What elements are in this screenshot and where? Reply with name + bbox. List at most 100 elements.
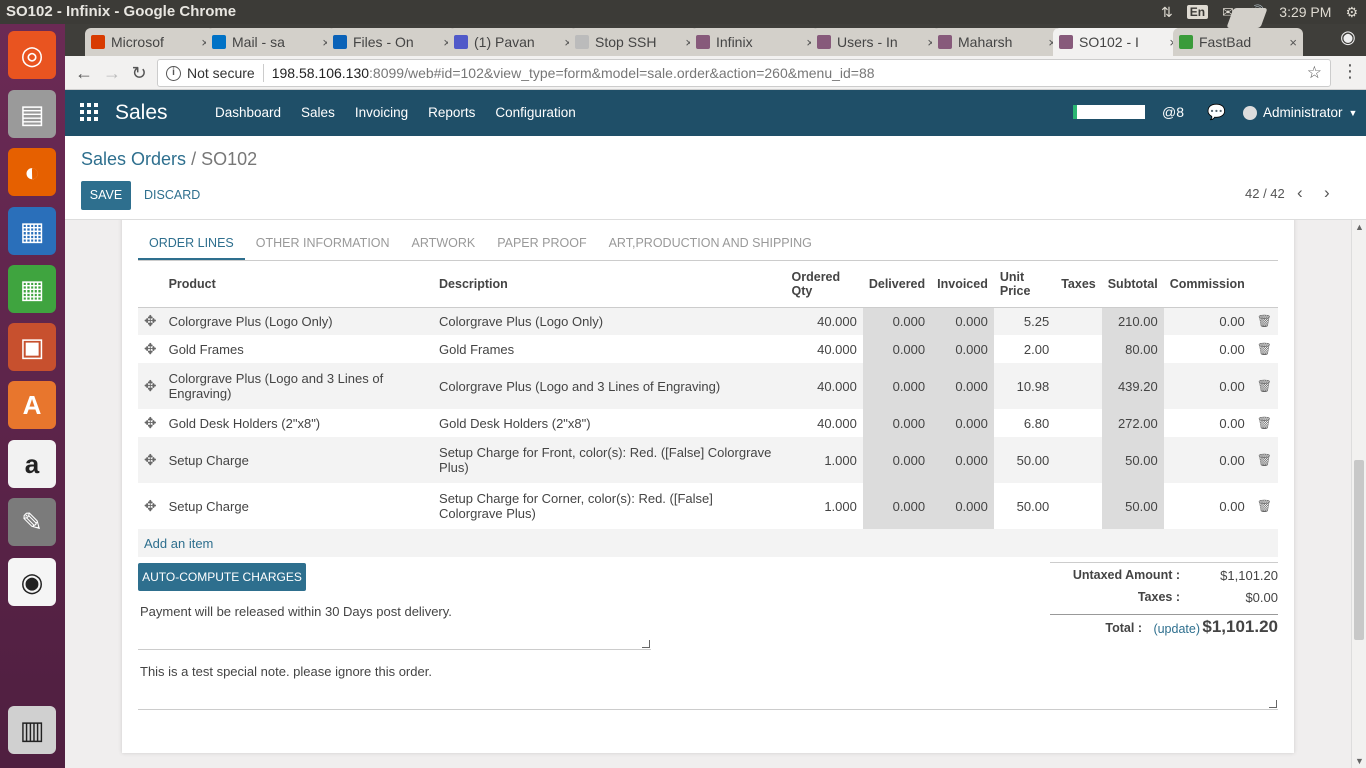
payment-terms-note-field[interactable]: Payment will be released within 30 Days … [138, 602, 651, 650]
cell-ordered-qty[interactable]: 40.000 [785, 363, 863, 409]
trash-icon[interactable]: 🗑 [1251, 335, 1278, 363]
update-total-link[interactable]: (update) [1153, 622, 1200, 636]
tab-other-information[interactable]: OTHER INFORMATION [245, 226, 401, 260]
cell-ordered-qty[interactable]: 1.000 [785, 437, 863, 483]
cell-ordered-qty[interactable]: 40.000 [786, 409, 863, 437]
table-row[interactable]: ✥ Colorgrave Plus (Logo and 3 Lines of En… [138, 363, 1278, 409]
cell-commission[interactable]: 0.00 [1164, 483, 1251, 529]
cell-ordered-qty[interactable]: 40.000 [786, 335, 863, 363]
browser-tab[interactable]: SO102 - I× [1053, 28, 1183, 56]
discard-button[interactable]: DISCARD [144, 188, 200, 202]
page-scrollbar[interactable]: ▲ ▼ [1351, 220, 1366, 768]
col-subtotal[interactable]: Subtotal [1101, 261, 1164, 308]
col-product[interactable]: Product [162, 261, 434, 308]
info-icon[interactable]: i [166, 65, 181, 81]
cell-commission[interactable]: 0.00 [1164, 409, 1251, 437]
cell-taxes[interactable] [1055, 483, 1102, 529]
menu-dashboard[interactable]: Dashboard [215, 105, 281, 120]
trash-icon[interactable]: 🗑 [1250, 363, 1278, 409]
chat-bubbles-icon[interactable]: 💬 [1207, 103, 1226, 121]
resize-grip-icon[interactable] [1269, 700, 1277, 708]
cell-description[interactable]: Setup Charge for Front, color(s): Red. (… [433, 437, 786, 483]
trash-icon[interactable]: 🗑 [1250, 437, 1278, 483]
cell-ordered-qty[interactable]: 40.000 [785, 307, 863, 335]
trash-icon[interactable]: 🗑 [1251, 409, 1278, 437]
scrollbar-thumb[interactable] [1354, 460, 1364, 640]
special-note-field[interactable]: This is a test special note. please igno… [138, 662, 1278, 710]
trash-icon[interactable]: ▥ [8, 706, 56, 754]
drag-handle-icon[interactable]: ✥ [138, 363, 163, 409]
cell-taxes[interactable] [1055, 307, 1102, 335]
cell-unit-price[interactable]: 50.00 [994, 483, 1055, 529]
user-menu[interactable]: Administrator ▼ [1243, 105, 1357, 120]
power-gear-icon[interactable]: ⚙ [1345, 4, 1358, 21]
breadcrumb-sales-orders[interactable]: Sales Orders [81, 149, 186, 169]
col-ordered-qty[interactable]: Ordered Qty [785, 261, 863, 308]
cell-taxes[interactable] [1055, 335, 1102, 363]
browser-tab[interactable]: (1) Pavan× [448, 28, 578, 56]
pager-next-icon[interactable]: › [1324, 183, 1330, 203]
menu-reports[interactable]: Reports [428, 105, 475, 120]
chrome-icon[interactable]: ◉ [8, 558, 56, 606]
cell-product[interactable]: Gold Desk Holders (2"x8") [163, 409, 433, 437]
auto-compute-charges-button[interactable]: AUTO-COMPUTE CHARGES [138, 563, 306, 591]
col-description[interactable]: Description [433, 261, 786, 308]
trash-icon[interactable]: 🗑 [1251, 483, 1278, 529]
cell-unit-price[interactable]: 6.80 [994, 409, 1055, 437]
tab-order-lines[interactable]: ORDER LINES [138, 226, 245, 260]
ubuntu-icon[interactable]: ◎ [8, 31, 56, 79]
menu-configuration[interactable]: Configuration [495, 105, 575, 120]
cell-description[interactable]: Gold Desk Holders (2"x8") [433, 409, 785, 437]
impress-icon[interactable]: ▣ [8, 323, 56, 371]
trash-icon[interactable]: 🗑 [1250, 307, 1278, 335]
cell-product[interactable]: Colorgrave Plus (Logo and 3 Lines of Eng… [162, 363, 434, 409]
cell-description[interactable]: Gold Frames [433, 335, 785, 363]
cell-unit-price[interactable]: 5.25 [993, 307, 1056, 335]
files-icon[interactable]: ▤ [8, 90, 56, 138]
cell-product[interactable]: Setup Charge [163, 483, 433, 529]
menu-invoicing[interactable]: Invoicing [355, 105, 408, 120]
cell-commission[interactable]: 0.00 [1163, 363, 1251, 409]
cell-unit-price[interactable]: 2.00 [994, 335, 1055, 363]
tab-close-icon[interactable]: × [1289, 35, 1297, 50]
chrome-profile-icon[interactable]: ◉ [1336, 27, 1360, 51]
back-arrow-icon[interactable]: ← [71, 60, 97, 86]
cell-description[interactable]: Setup Charge for Corner, color(s): Red. … [433, 483, 785, 529]
table-row[interactable]: ✥ Gold Desk Holders (2"x8") Gold Desk Hold… [138, 409, 1278, 437]
drag-handle-icon[interactable]: ✥ [138, 409, 163, 437]
browser-tab[interactable]: Mail - sa× [206, 28, 336, 56]
firefox-icon[interactable]: ◐ [8, 148, 56, 196]
pager-value[interactable]: 42 / 42 [1245, 186, 1285, 201]
menu-sales[interactable]: Sales [301, 105, 335, 120]
scroll-down-arrow-icon[interactable]: ▼ [1355, 756, 1364, 766]
settings-icon[interactable]: ✎ [8, 498, 56, 546]
col-delivered[interactable]: Delivered [862, 261, 932, 308]
new-tab-button[interactable] [1226, 8, 1268, 28]
keyboard-layout-indicator[interactable]: En [1186, 5, 1209, 19]
writer-icon[interactable]: ▦ [8, 207, 56, 255]
browser-tab[interactable]: Users - In× [811, 28, 941, 56]
clock[interactable]: 3:29 PM [1279, 4, 1331, 20]
cell-ordered-qty[interactable]: 1.000 [786, 483, 863, 529]
cell-taxes[interactable] [1055, 363, 1102, 409]
cell-unit-price[interactable]: 50.00 [993, 437, 1056, 483]
browser-tab[interactable]: Files - On× [327, 28, 457, 56]
add-an-item-link[interactable]: Add an item [144, 536, 213, 551]
col-unit-price[interactable]: Unit Price [993, 261, 1056, 308]
cell-unit-price[interactable]: 10.98 [993, 363, 1056, 409]
cell-taxes[interactable] [1055, 437, 1102, 483]
bookmark-star-icon[interactable]: ☆ [1307, 63, 1322, 83]
cell-product[interactable]: Colorgrave Plus (Logo Only) [162, 307, 434, 335]
tab-paper-proof[interactable]: PAPER PROOF [486, 226, 597, 260]
cell-taxes[interactable] [1055, 409, 1102, 437]
browser-tab[interactable]: Infinix× [690, 28, 820, 56]
cell-product[interactable]: Gold Frames [163, 335, 433, 363]
cell-description[interactable]: Colorgrave Plus (Logo and 3 Lines of Eng… [433, 363, 786, 409]
scroll-up-arrow-icon[interactable]: ▲ [1355, 222, 1364, 232]
table-row[interactable]: ✥ Setup Charge Setup Charge for Corner, co… [138, 483, 1278, 529]
table-row[interactable]: ✥ Setup Charge Setup Charge for Front, col… [138, 437, 1278, 483]
drag-handle-icon[interactable]: ✥ [138, 335, 163, 363]
tab-artwork[interactable]: ARTWORK [401, 226, 487, 260]
browser-tab[interactable]: Maharsh× [932, 28, 1062, 56]
calc-icon[interactable]: ▦ [8, 265, 56, 313]
